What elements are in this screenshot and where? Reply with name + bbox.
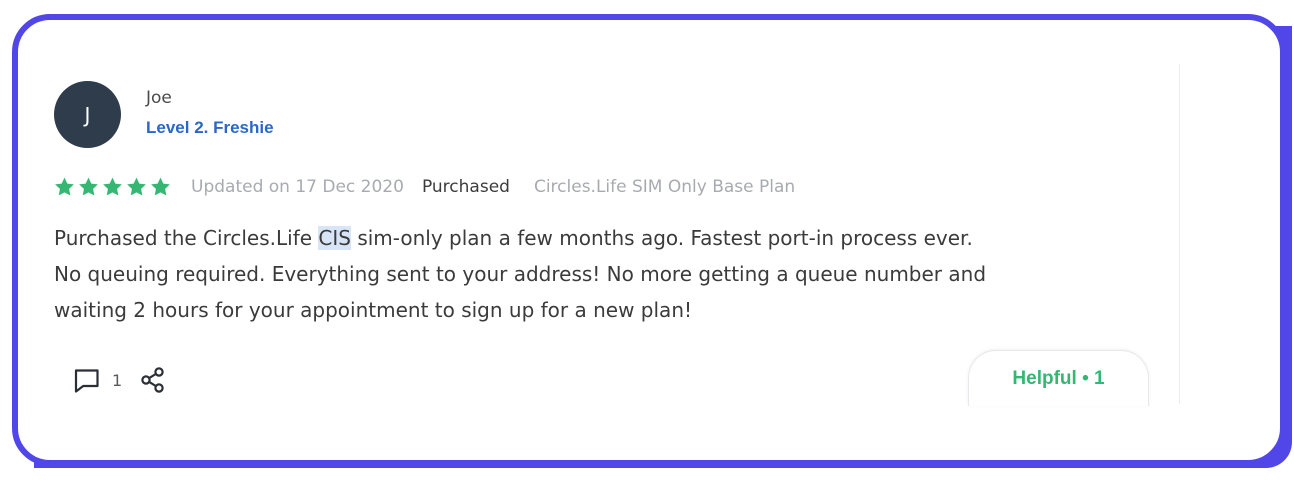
product-name[interactable]: Circles.Life SIM Only Base Plan [534, 177, 795, 197]
helpful-button[interactable]: Helpful • 1 [968, 350, 1149, 406]
avatar[interactable]: J [54, 81, 121, 148]
star-icon [127, 177, 146, 196]
reviewer-level[interactable]: Level 2. Freshie [146, 118, 274, 138]
highlighted-text: CIS [318, 226, 351, 250]
comment-icon[interactable] [72, 365, 102, 395]
review-actions: 1 [72, 360, 168, 400]
review-line-1: Purchased the Circles.Life CIS sim-only … [54, 220, 1164, 256]
page: J Joe Level 2. Freshie Updated on 17 Dec… [0, 0, 1294, 489]
reviewer-name[interactable]: Joe [146, 88, 172, 108]
card-divider [1179, 64, 1180, 404]
star-rating [53, 176, 172, 198]
review-line-3: waiting 2 hours for your appointment to … [54, 298, 693, 322]
avatar-initial: J [84, 102, 91, 127]
purchased-badge: Purchased [421, 177, 510, 197]
comment-count[interactable]: 1 [112, 371, 122, 390]
review-text: Purchased the Circles.Life CIS sim-only … [54, 220, 1164, 328]
star-icon [79, 177, 98, 196]
review-line-2: No queuing required. Everything sent to … [54, 262, 987, 286]
star-icon [151, 177, 170, 196]
review-text-segment: sim-only plan a few months ago. Fastest … [350, 226, 973, 250]
updated-date: Updated on 17 Dec 2020 [191, 177, 404, 197]
star-icon [55, 177, 74, 196]
share-icon[interactable] [138, 365, 168, 395]
review-meta: Updated on 17 Dec 2020 Purchased Circles… [53, 172, 795, 202]
review-text-segment: Purchased the Circles.Life [54, 226, 319, 250]
star-icon [103, 177, 122, 196]
